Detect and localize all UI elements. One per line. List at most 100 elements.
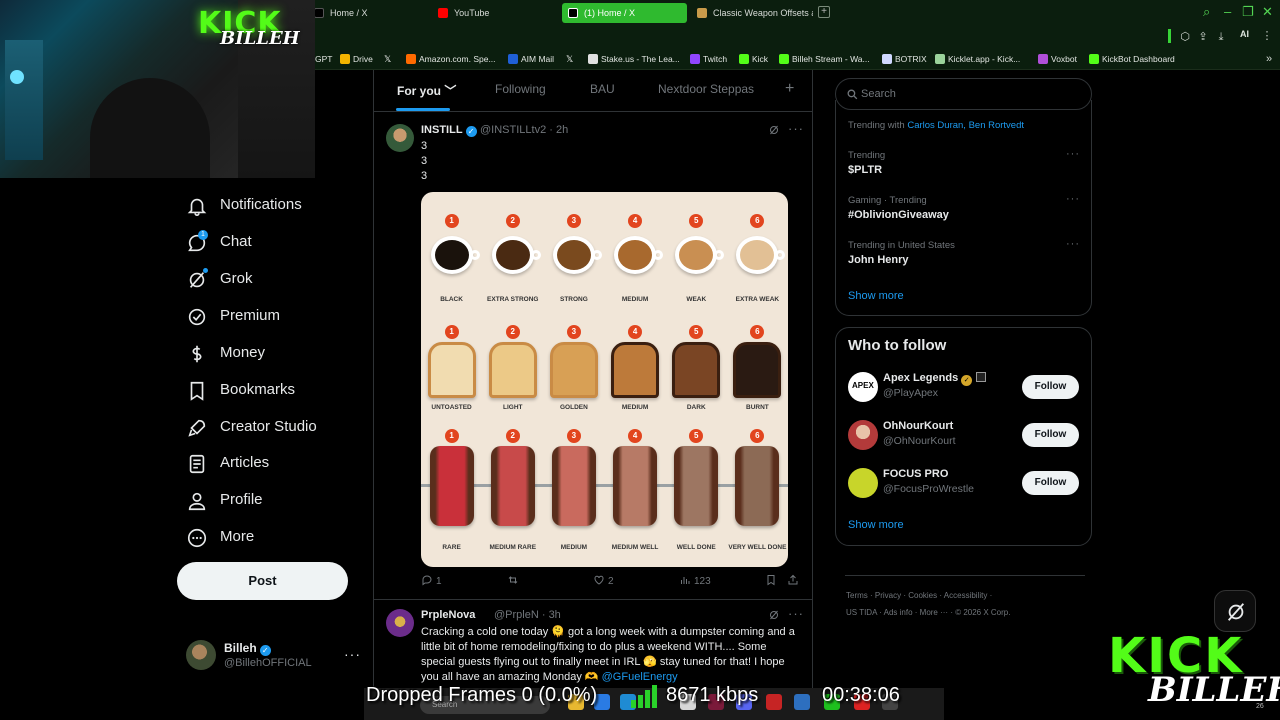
trend-related-links[interactable]: Carlos Duran, Ben Rortvedt — [907, 120, 1024, 131]
trend-title[interactable]: John Henry — [848, 254, 909, 266]
bookmark-label: Amazon.com. Spe... — [419, 54, 496, 64]
cup-handle — [775, 250, 786, 260]
nav-profile[interactable]: Profile — [186, 487, 366, 517]
maximize-icon[interactable]: ❐ — [1242, 4, 1254, 20]
verified-badge-icon: ✓ — [465, 126, 477, 137]
bookmark-x[interactable]: 𝕏 — [384, 52, 397, 66]
avatar[interactable] — [386, 609, 414, 637]
ai-button[interactable]: AI — [1240, 29, 1249, 39]
grok-icon[interactable] — [768, 124, 780, 136]
bookmark-botrix[interactable]: BOTRIX — [882, 52, 927, 66]
toast-slice — [488, 342, 537, 398]
bookmark-icon — [190, 381, 204, 401]
nav-grok[interactable]: Grok — [186, 266, 366, 296]
bookmark-twitch[interactable]: Twitch — [690, 52, 727, 66]
who-to-follow-show-more[interactable]: Show more — [848, 519, 904, 531]
tab-nextdoor-steppas[interactable]: Nextdoor Steppas — [658, 82, 754, 96]
minimize-icon[interactable]: – — [1224, 4, 1231, 19]
nav-premium[interactable]: Premium — [186, 303, 366, 333]
bookmark-stake[interactable]: Stake.us - The Lea... — [588, 52, 680, 66]
tab-home-x[interactable]: Home / X — [308, 3, 428, 23]
tab-youtube[interactable]: YouTube — [432, 3, 558, 23]
follow-button[interactable]: Follow — [1022, 423, 1079, 447]
trends-show-more[interactable]: Show more — [848, 290, 904, 302]
close-icon[interactable]: ✕ — [1262, 4, 1273, 20]
more-dots-icon[interactable]: ··· — [1066, 148, 1080, 160]
kickbot-icon — [1089, 54, 1099, 64]
grok-floating-button[interactable] — [1214, 590, 1256, 632]
share-icon[interactable]: ⇪ — [1196, 30, 1210, 44]
post-button[interactable]: Post — [177, 562, 348, 600]
follow-suggestion[interactable]: APEX Apex Legends ✓ @PlayApex Follow — [836, 368, 1093, 408]
tab-bau[interactable]: BAU — [590, 82, 615, 96]
reply-button[interactable]: 1 — [421, 574, 442, 587]
bookmark-x-2[interactable]: 𝕏 — [566, 52, 579, 66]
steak-label: RARE — [442, 544, 461, 551]
tweet[interactable]: PrpleNova @PrpleN · 3h ··· Cracking a co… — [374, 601, 812, 688]
avatar[interactable] — [386, 124, 414, 152]
bookmarks-overflow-icon[interactable]: » — [1262, 52, 1276, 66]
follow-button[interactable]: Follow — [1022, 471, 1079, 495]
follow-suggestion[interactable]: FOCUS PRO @FocusProWrestle Follow — [836, 464, 1093, 504]
repost-button[interactable] — [507, 574, 522, 587]
more-dots-icon[interactable]: ··· — [1066, 238, 1080, 250]
account-switcher[interactable]: Billeh ✓ @BillehOFFICIAL ··· — [186, 640, 366, 672]
nav-bookmarks[interactable]: Bookmarks — [186, 377, 366, 407]
nav-money[interactable]: Money — [186, 340, 366, 370]
extensions-icon[interactable]: ⬡ — [1178, 30, 1192, 44]
nav-notifications[interactable]: Notifications — [186, 192, 366, 222]
footer-links[interactable]: US TIDA · Ads info · More ··· · © 2026 X… — [846, 608, 1086, 617]
more-dots-icon[interactable]: ··· — [344, 646, 361, 662]
bookmark-drive[interactable]: Drive — [340, 52, 373, 66]
more-dots-icon[interactable]: ··· — [1066, 193, 1080, 205]
steak-slice — [613, 446, 658, 526]
menu-icon[interactable]: ⋮ — [1260, 29, 1274, 43]
search-tabs-icon[interactable]: ⌕ — [1203, 4, 1210, 20]
bookmark-kicklet[interactable]: Kicklet.app - Kick... — [935, 52, 1020, 66]
search-bar[interactable]: Search — [835, 78, 1092, 110]
more-dots-icon[interactable]: ··· — [788, 606, 804, 621]
bookmark-amazon[interactable]: Amazon.com. Spe... — [406, 52, 496, 66]
tweet[interactable]: INSTILL ✓ @INSTILLtv2 · 2h ··· 3 3 3 1 1 1 B… — [374, 116, 812, 600]
views-button[interactable]: 123 — [679, 574, 711, 587]
share-button[interactable] — [787, 574, 802, 587]
more-dots-icon[interactable]: ··· — [788, 121, 804, 136]
tab-home-x-active[interactable]: (1) Home / X — [562, 3, 687, 23]
trend-meta[interactable]: Trending with Carlos Duran, Ben Rortvedt — [848, 120, 1024, 131]
toast-label: LIGHT — [503, 404, 523, 411]
tab-for-you[interactable]: For you ﹀ — [397, 82, 456, 99]
nav-more[interactable]: More — [186, 524, 366, 554]
bell-icon — [187, 198, 207, 216]
search-input[interactable]: Search — [861, 88, 896, 100]
tweet-author-row[interactable]: INSTILL ✓ — [421, 124, 477, 137]
new-tab-button[interactable]: + — [818, 6, 830, 18]
tweet-author-name[interactable]: PrpleNova — [421, 609, 475, 621]
coffee-label: BLACK — [440, 296, 463, 303]
bookmark-button[interactable] — [765, 574, 780, 587]
download-icon[interactable]: ⤓ — [1214, 30, 1228, 44]
bookmark-kick[interactable]: Kick — [739, 52, 768, 66]
stake-icon — [588, 54, 598, 64]
obs-stats-overlay: Dropped Frames 0 (0.0%) 8671 kbps 00:38:… — [366, 684, 926, 712]
follow-button[interactable]: Follow — [1022, 375, 1079, 399]
tab-weapon-offsets[interactable]: Classic Weapon Offsets at — [691, 3, 813, 23]
trend-title[interactable]: $PLTR — [848, 164, 882, 176]
grok-icon[interactable] — [768, 609, 780, 621]
footer-links[interactable]: Terms · Privacy · Cookies · Accessibilit… — [846, 591, 1086, 600]
bookmark-aim-mail[interactable]: AIM Mail — [508, 52, 554, 66]
bookmark-voxbot[interactable]: Voxbot — [1038, 52, 1077, 66]
nav-articles[interactable]: Articles — [186, 450, 366, 480]
follow-suggestion[interactable]: OhNourKourt @OhNourKourt Follow — [836, 416, 1093, 456]
tweet-author-handle[interactable]: @PrpleN · 3h — [494, 609, 561, 621]
like-button[interactable]: 2 — [593, 574, 614, 587]
nav-chat[interactable]: Chat — [186, 229, 366, 259]
tweet-author-handle[interactable]: @INSTILLtv2 · 2h — [480, 124, 568, 136]
bookmark-billeh-stream[interactable]: Billeh Stream - Wa... — [779, 52, 870, 66]
tweet-media-image[interactable]: 1 1 1 BLACK UNTOASTED RARE 2 2 2 EXTRA STRONG LIGH… — [421, 192, 788, 567]
bookmark-kickbot[interactable]: KickBot Dashboard — [1089, 52, 1175, 66]
nav-creator-studio[interactable]: Creator Studio — [186, 414, 366, 444]
mention-link[interactable]: @GFuelEnergy — [602, 671, 678, 683]
tab-following[interactable]: Following — [495, 82, 546, 96]
add-tab-plus-icon[interactable]: + — [785, 80, 794, 98]
trend-title[interactable]: #OblivionGiveaway — [848, 209, 949, 221]
